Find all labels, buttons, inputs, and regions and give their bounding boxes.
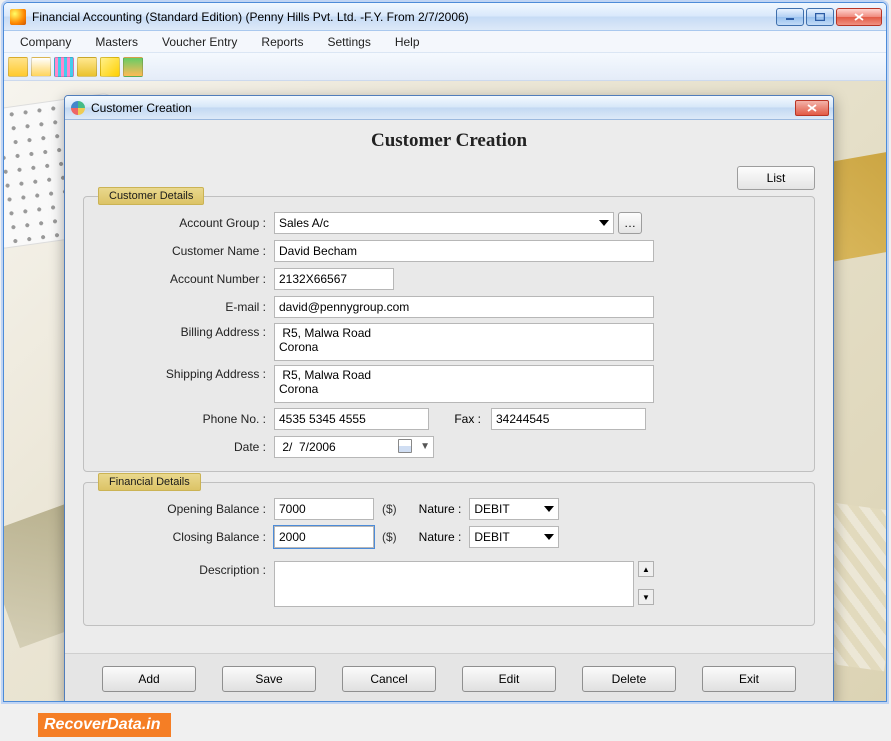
- closing-nature-select[interactable]: DEBIT: [469, 526, 559, 548]
- phone-input[interactable]: [274, 408, 429, 430]
- label-shipping: Shipping Address :: [144, 365, 274, 381]
- list-button[interactable]: List: [737, 166, 815, 190]
- menu-voucher[interactable]: Voucher Entry: [152, 33, 247, 51]
- toolbar-icon-4[interactable]: [77, 57, 97, 77]
- menu-help[interactable]: Help: [385, 33, 430, 51]
- cancel-button[interactable]: Cancel: [342, 666, 436, 692]
- save-button[interactable]: Save: [222, 666, 316, 692]
- window-controls: [776, 8, 882, 26]
- account-number-input[interactable]: [274, 268, 394, 290]
- account-group-select[interactable]: Sales A/c: [274, 212, 614, 234]
- account-group-browse-button[interactable]: …: [618, 212, 642, 234]
- titlebar: Financial Accounting (Standard Edition) …: [4, 3, 886, 31]
- toolbar-icon-2[interactable]: [31, 57, 51, 77]
- app-icon: [10, 9, 26, 25]
- watermark: RecoverData.in: [38, 713, 171, 737]
- label-account-group: Account Group :: [144, 216, 274, 230]
- opening-currency: ($): [382, 502, 397, 516]
- financial-details-fieldset: Financial Details Opening Balance : ($) …: [83, 482, 815, 626]
- menu-reports[interactable]: Reports: [251, 33, 313, 51]
- closing-currency: ($): [382, 530, 397, 544]
- dialog-title: Customer Creation: [91, 101, 795, 115]
- label-customer-name: Customer Name :: [144, 244, 274, 258]
- customer-creation-dialog: Customer Creation Customer Creation List…: [64, 95, 834, 701]
- label-opening: Opening Balance :: [144, 502, 274, 516]
- opening-balance-input[interactable]: [274, 498, 374, 520]
- label-nature-1: Nature :: [419, 502, 462, 516]
- menu-masters[interactable]: Masters: [85, 33, 148, 51]
- dialog-button-bar: Add Save Cancel Edit Delete Exit: [65, 653, 833, 701]
- exit-button[interactable]: Exit: [702, 666, 796, 692]
- email-input[interactable]: [274, 296, 654, 318]
- main-window: Financial Accounting (Standard Edition) …: [3, 2, 887, 702]
- financial-details-legend: Financial Details: [98, 473, 201, 491]
- label-account-number: Account Number :: [144, 272, 274, 286]
- label-billing: Billing Address :: [144, 323, 274, 339]
- label-nature-2: Nature :: [419, 530, 462, 544]
- toolbar-icon-5[interactable]: [100, 57, 120, 77]
- shipping-address-input[interactable]: R5, Malwa Road Corona: [274, 365, 654, 403]
- customer-details-legend: Customer Details: [98, 187, 204, 205]
- edit-button[interactable]: Edit: [462, 666, 556, 692]
- content-area: Customer Creation Customer Creation List…: [4, 81, 886, 701]
- menu-settings[interactable]: Settings: [317, 33, 380, 51]
- close-button[interactable]: [836, 8, 882, 26]
- dialog-titlebar: Customer Creation: [65, 96, 833, 120]
- label-phone: Phone No. :: [144, 412, 274, 426]
- window-title: Financial Accounting (Standard Edition) …: [32, 10, 776, 24]
- billing-address-input[interactable]: R5, Malwa Road Corona: [274, 323, 654, 361]
- fax-input[interactable]: [491, 408, 646, 430]
- label-fax: Fax :: [449, 412, 491, 426]
- toolbar: [4, 53, 886, 81]
- label-closing: Closing Balance :: [144, 530, 274, 544]
- dialog-heading: Customer Creation: [65, 120, 833, 166]
- label-date: Date :: [144, 440, 274, 454]
- scroll-down-button[interactable]: ▼: [638, 589, 654, 605]
- toolbar-icon-3[interactable]: [54, 57, 74, 77]
- add-button[interactable]: Add: [102, 666, 196, 692]
- description-scroll: ▲ ▼: [638, 561, 654, 605]
- customer-name-input[interactable]: [274, 240, 654, 262]
- toolbar-icon-6[interactable]: [123, 57, 143, 77]
- delete-button[interactable]: Delete: [582, 666, 676, 692]
- opening-nature-select[interactable]: DEBIT: [469, 498, 559, 520]
- label-email: E-mail :: [144, 300, 274, 314]
- calendar-icon[interactable]: [398, 439, 412, 453]
- scroll-up-button[interactable]: ▲: [638, 561, 654, 577]
- menu-company[interactable]: Company: [10, 33, 81, 51]
- maximize-button[interactable]: [806, 8, 834, 26]
- closing-balance-input[interactable]: [274, 526, 374, 548]
- toolbar-icon-1[interactable]: [8, 57, 28, 77]
- description-input[interactable]: [274, 561, 634, 607]
- customer-details-fieldset: Customer Details Account Group : Sales A…: [83, 196, 815, 472]
- minimize-button[interactable]: [776, 8, 804, 26]
- label-description: Description :: [144, 561, 274, 577]
- dialog-close-button[interactable]: [795, 100, 829, 116]
- date-dropdown-arrow[interactable]: ▼: [420, 441, 430, 452]
- dialog-icon: [71, 101, 85, 115]
- menubar: Company Masters Voucher Entry Reports Se…: [4, 31, 886, 53]
